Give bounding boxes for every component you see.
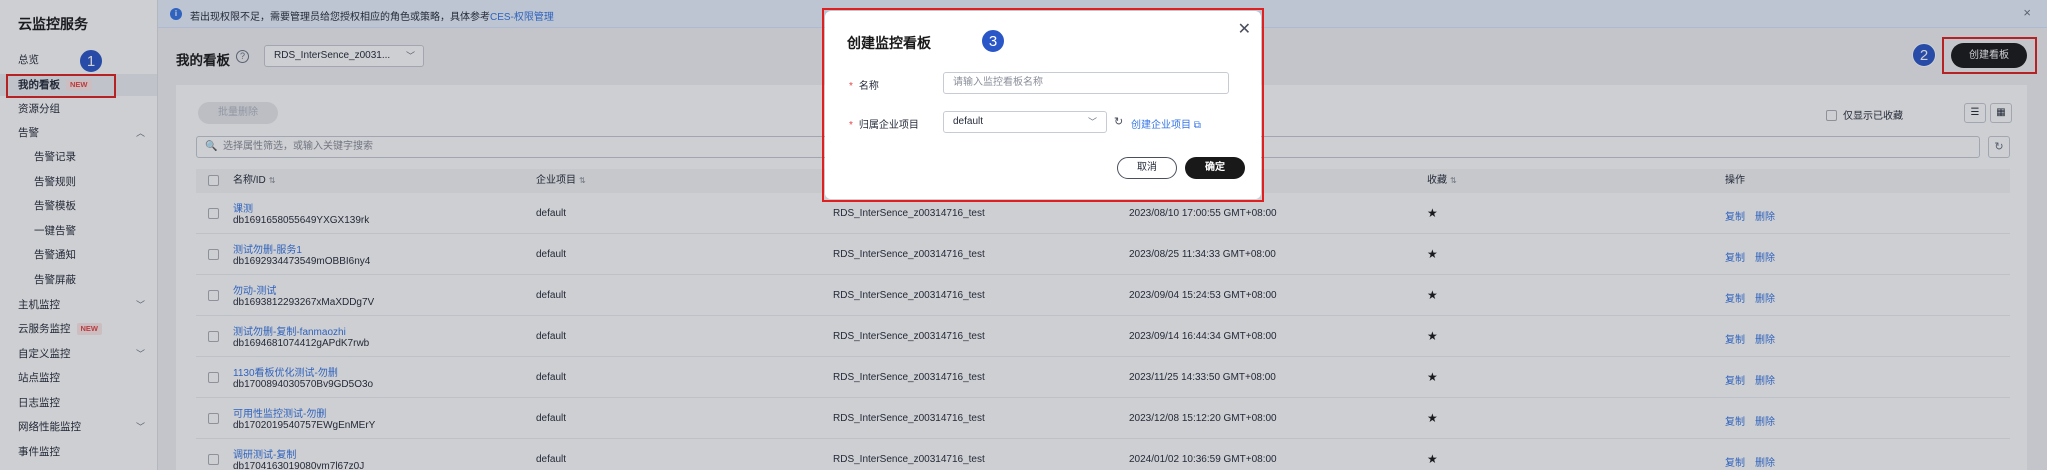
step-marker-3: 3 — [981, 29, 1005, 53]
highlight-box-dialog — [822, 8, 1264, 202]
